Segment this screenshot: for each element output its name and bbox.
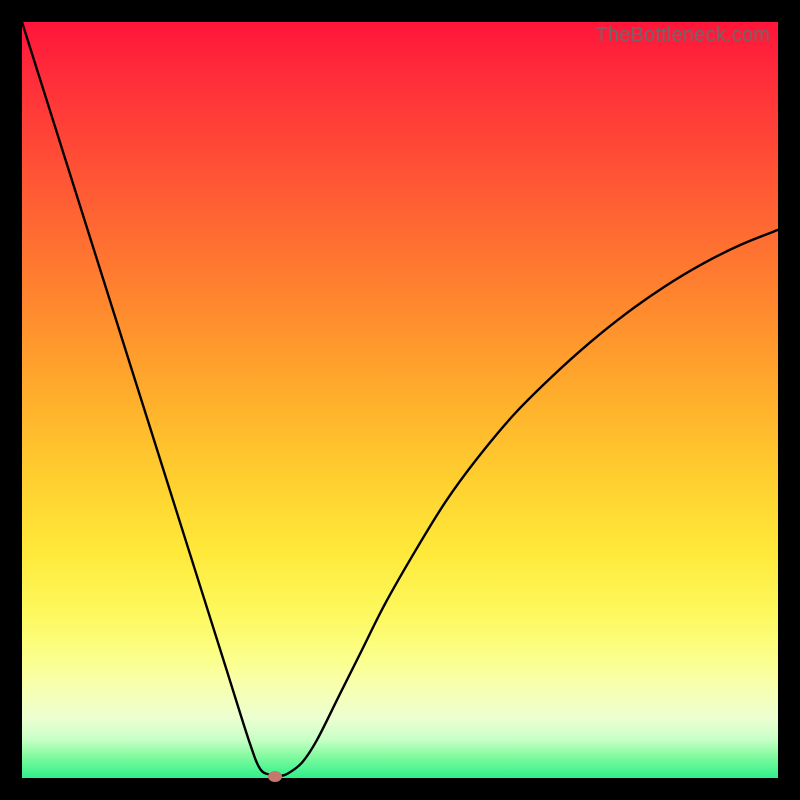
optimum-marker — [268, 771, 282, 782]
plot-area: TheBottleneck.com — [22, 22, 778, 778]
curve-svg — [22, 22, 778, 778]
bottleneck-curve — [22, 22, 778, 776]
chart-frame: TheBottleneck.com — [0, 0, 800, 800]
